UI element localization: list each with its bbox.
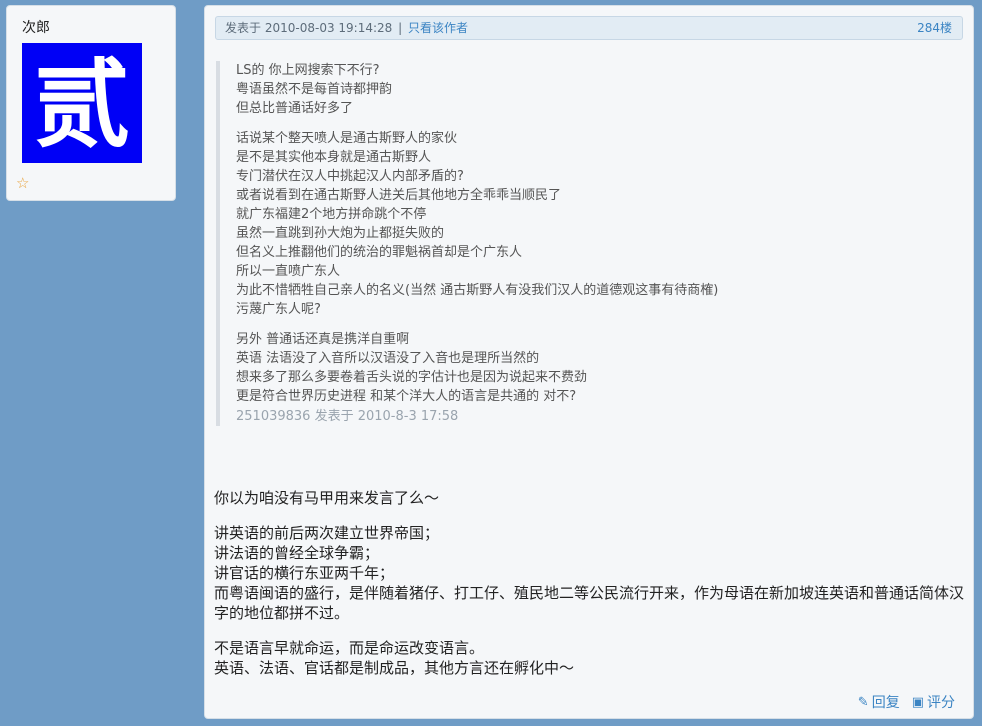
post-header: 发表于 2010-08-03 19:14:28 | 只看该作者 284楼 xyxy=(215,16,963,40)
quote-line: 就广东福建2个地方拼命跳个不停 xyxy=(236,207,427,222)
reply-button[interactable]: ✎ 回复 xyxy=(858,692,900,712)
body-line: 讲官话的横行东亚两千年； xyxy=(214,564,395,582)
quote-line: 虽然一直跳到孙大炮为止都挺失败的 xyxy=(236,226,445,241)
quote-line: 更是符合世界历史进程 和某个洋大人的语言是共通的 对不? xyxy=(236,389,577,404)
quote-paragraph: 另外 普通话还真是携洋自重啊 英语 法语没了入音所以汉语没了入音也是理所当然的 … xyxy=(236,330,956,406)
body-line: 讲法语的曾经全球争霸； xyxy=(214,544,380,562)
pencil-icon: ✎ xyxy=(857,694,869,710)
quote-paragraph: LS的 你上网搜索下不行? 粤语虽然不是每首诗都押韵 但总比普通话好多了 xyxy=(236,61,956,118)
camera-icon: ▣ xyxy=(911,694,924,710)
quote-line: 是不是其实他本身就是通古斯野人 xyxy=(236,150,432,165)
post: 发表于 2010-08-03 19:14:28 | 只看该作者 284楼 LS的… xyxy=(204,5,974,719)
quote-line: 话说某个整天喷人是通古斯野人的家伙 xyxy=(236,131,458,146)
avatar[interactable]: 贰 xyxy=(22,43,142,163)
star-outline-icon: ☆ xyxy=(16,174,30,192)
body-line: 不是语言早就命运，而是命运改变语言。 xyxy=(214,639,485,657)
body-line: 你以为咱没有马甲用来发言了么～ xyxy=(214,489,440,507)
post-actions: ✎ 回复 ▣ 评分 xyxy=(858,692,955,712)
post-meta: 发表于 2010-08-03 19:14:28 | 只看该作者 xyxy=(225,17,468,39)
body-line: 英语、法语、官话都是制成品，其他方言还在孵化中～ xyxy=(214,659,575,677)
post-body: 你以为咱没有马甲用来发言了么～ 讲英语的前后两次建立世界帝国； 讲法语的曾经全球… xyxy=(214,488,964,693)
body-line: 讲英语的前后两次建立世界帝国； xyxy=(214,524,440,542)
quote-line: 想来多了那么多要卷着舌头说的字估计也是因为说起来不费劲 xyxy=(236,370,588,385)
quote-line: 粤语虽然不是每首诗都押韵 xyxy=(236,82,393,97)
quote-line: 为此不惜牺牲自己亲人的名义(当然 通古斯野人有没我们汉人的道德观这事有待商榷) xyxy=(236,283,719,298)
body-paragraph: 不是语言早就命运，而是命运改变语言。 英语、法语、官话都是制成品，其他方言还在孵… xyxy=(214,638,964,678)
body-paragraph: 讲英语的前后两次建立世界帝国； 讲法语的曾经全球争霸； 讲官话的横行东亚两千年；… xyxy=(214,523,964,623)
post-timestamp: 2010-08-03 19:14:28 xyxy=(264,21,393,35)
quote-source: 251039836 发表于 2010-8-3 17:58 xyxy=(236,409,459,424)
rate-button[interactable]: ▣ 评分 xyxy=(912,692,955,712)
quote-line: 但名义上推翻他们的统治的罪魁祸首却是个广东人 xyxy=(236,245,523,260)
quote-line: 污蔑广东人呢? xyxy=(236,302,321,317)
body-line: 而粤语闽语的盛行，是伴随着猪仔、打工仔、殖民地二等公民流行开来，作为母语在新加坡… xyxy=(214,584,965,622)
body-paragraph: 你以为咱没有马甲用来发言了么～ xyxy=(214,488,964,508)
quote-block: LS的 你上网搜索下不行? 粤语虽然不是每首诗都押韵 但总比普通话好多了 话说某… xyxy=(216,61,956,426)
avatar-glyph: 贰 xyxy=(34,48,130,161)
quote-paragraph: 话说某个整天喷人是通古斯野人的家伙 是不是其实他本身就是通古斯野人 专门潜伏在汉… xyxy=(236,129,956,319)
quote-line: 或者说看到在通古斯野人进关后其他地方全乖乖当顺民了 xyxy=(236,188,562,203)
user-card: 次郎 贰 ☆ xyxy=(6,5,176,201)
reply-label: 回复 xyxy=(871,695,900,711)
quote-line: 英语 法语没了入音所以汉语没了入音也是理所当然的 xyxy=(236,351,540,366)
quote-line: 所以一直喷广东人 xyxy=(236,264,341,279)
author-only-link[interactable]: 只看该作者 xyxy=(408,21,468,35)
rate-label: 评分 xyxy=(927,695,955,711)
separator: | xyxy=(398,21,403,35)
floor-number[interactable]: 284楼 xyxy=(917,17,952,39)
username[interactable]: 次郎 xyxy=(22,17,50,37)
quote-line: 另外 普通话还真是携洋自重啊 xyxy=(236,332,410,347)
quote-line: 但总比普通话好多了 xyxy=(236,101,354,116)
quote-line: 专门潜伏在汉人中挑起汉人内部矛盾的? xyxy=(236,169,464,184)
quote-line: LS的 你上网搜索下不行? xyxy=(236,63,380,78)
posted-label: 发表于 xyxy=(225,21,262,35)
